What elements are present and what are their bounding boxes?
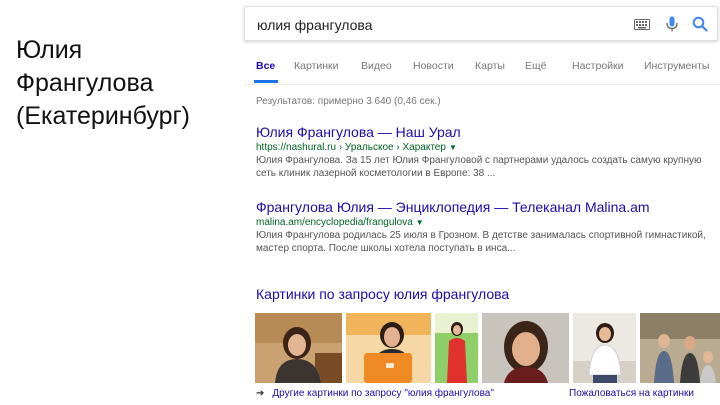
tab-more[interactable]: Ещё <box>525 60 546 72</box>
tab-all[interactable]: Все <box>256 60 275 72</box>
search-screenshot: Все Картинки Видео Новости Карты Ещё Нас… <box>238 0 720 405</box>
image-thumbnail[interactable] <box>640 313 720 383</box>
tab-tools[interactable]: Инструменты <box>644 60 709 72</box>
result-title-link[interactable]: Юлия Франгулова — Наш Урал <box>256 124 716 141</box>
tab-settings[interactable]: Настройки <box>572 60 624 72</box>
search-input[interactable] <box>255 15 619 35</box>
slide-title-line-3: (Екатеринбург) <box>16 102 190 130</box>
images-section-heading[interactable]: Картинки по запросу юлия франгулова <box>256 286 509 302</box>
report-images-link[interactable]: Пожаловаться на картинки <box>569 388 694 399</box>
active-tab-indicator <box>254 80 278 83</box>
results-stats: Результатов: примерно 3 640 (0,46 сек.) <box>256 96 441 107</box>
caret-down-icon[interactable]: ▼ <box>416 218 424 227</box>
tabs-divider <box>244 84 720 85</box>
result-title-link[interactable]: Франгулова Юлия — Энциклопедия — Телекан… <box>256 199 716 216</box>
result-url: https://nashural.ru › Уральское › Характ… <box>256 141 716 154</box>
image-thumbnail[interactable] <box>346 313 431 383</box>
search-result: Франгулова Юлия — Энциклопедия — Телекан… <box>256 199 716 255</box>
result-url-text: malina.am/encyclopedia/frangulova <box>256 217 413 228</box>
arrow-right-icon: ➔ <box>256 388 265 399</box>
slide-title: Юлия Франгулова (Екатеринбург) <box>16 34 231 133</box>
image-thumbnails <box>255 313 720 383</box>
image-thumbnail[interactable] <box>482 313 569 383</box>
image-thumbnail[interactable] <box>435 313 478 383</box>
caret-down-icon[interactable]: ▼ <box>449 143 457 152</box>
more-images-label: Другие картинки по запросу "юлия франгул… <box>272 388 494 399</box>
microphone-icon[interactable] <box>663 15 681 33</box>
result-url: malina.am/encyclopedia/frangulova ▼ <box>256 216 716 229</box>
image-thumbnail[interactable] <box>573 313 636 383</box>
result-url-text: https://nashural.ru › Уральское › Характ… <box>256 142 446 153</box>
search-tabs: Все Картинки Видео Новости Карты Ещё Нас… <box>256 58 720 80</box>
search-bar[interactable] <box>244 6 718 41</box>
image-thumbnail[interactable] <box>255 313 342 383</box>
tab-news[interactable]: Новости <box>413 60 454 72</box>
slide-title-line-1: Юлия <box>16 36 83 64</box>
more-images-link[interactable]: ➔ Другие картинки по запросу "юлия франгу… <box>256 388 494 399</box>
search-result: Юлия Франгулова — Наш Урал https://nashu… <box>256 124 716 180</box>
slide-title-line-2: Франгулова <box>16 69 154 97</box>
search-icon[interactable] <box>691 15 709 33</box>
result-snippet: Юлия Франгулова. За 15 лет Юлия Франгуло… <box>256 155 702 179</box>
result-snippet: Юлия Франгулова родилась 25 июля в Грозн… <box>256 230 706 254</box>
tab-maps[interactable]: Карты <box>475 60 505 72</box>
tab-video[interactable]: Видео <box>361 60 392 72</box>
keyboard-icon[interactable] <box>633 15 651 33</box>
tab-images[interactable]: Картинки <box>294 60 339 72</box>
